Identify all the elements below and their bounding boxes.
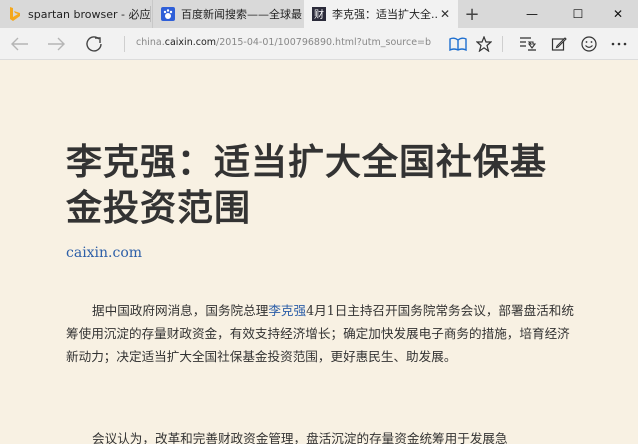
tab-caixin-active[interactable]: 财 李克强：适当扩大全... ✕ — [304, 0, 458, 28]
smiley-icon — [581, 36, 597, 52]
star-icon — [476, 36, 492, 52]
address-bar-row: china.caixin.com/2015-04-01/100796890.ht… — [0, 28, 638, 60]
minimize-button[interactable]: — — [510, 0, 554, 28]
refresh-button[interactable] — [82, 32, 106, 56]
forward-arrow-icon — [48, 37, 65, 51]
svg-text:财: 财 — [314, 8, 324, 21]
tab-divider — [150, 6, 151, 22]
pen-note-icon — [551, 37, 567, 51]
article-title: 李克强：适当扩大全国社保基金投资范围 — [66, 141, 548, 229]
close-window-button[interactable]: ✕ — [596, 0, 638, 28]
reading-view-button[interactable] — [446, 32, 470, 56]
new-tab-button[interactable]: + — [460, 0, 484, 28]
baidu-icon — [161, 7, 175, 21]
tab-strip: spartan browser - 必应 资讯 百度新闻搜索——全球最... 财… — [0, 0, 638, 28]
forward-button[interactable] — [44, 32, 68, 56]
toolbar-divider — [502, 36, 503, 52]
more-actions-button[interactable] — [607, 32, 631, 56]
article-paragraph: 据中国政府网消息，国务院总理李克强4月1日主持召开国务院常务会议，部署盘活和统筹… — [66, 303, 574, 364]
back-arrow-icon — [11, 37, 28, 51]
favorite-button[interactable] — [472, 32, 496, 56]
tab-title: 百度新闻搜索——全球最... — [181, 8, 302, 21]
article-paragraph: 会议认为，改革和完善财政资金管理，盘活沉淀的存量资金统筹用于发展急 — [92, 431, 508, 444]
caixin-icon: 财 — [312, 7, 326, 21]
book-icon — [449, 37, 467, 51]
ellipsis-icon — [611, 42, 627, 46]
back-button[interactable] — [8, 32, 32, 56]
tab-title: spartan browser - 必应 资讯 — [28, 8, 150, 21]
reading-view-article: 李克强：适当扩大全国社保基金投资范围 caixin.com 据中国政府网消息，国… — [0, 61, 638, 444]
url-divider — [124, 36, 125, 52]
close-tab-icon[interactable]: ✕ — [438, 7, 452, 21]
person-link[interactable]: 李克强 — [268, 303, 306, 318]
tab-title: 李克强：适当扩大全... — [332, 8, 438, 21]
url-field[interactable]: china.caixin.com/2015-04-01/100796890.ht… — [136, 37, 436, 48]
web-note-button[interactable] — [547, 32, 571, 56]
feedback-button[interactable] — [577, 32, 601, 56]
bing-icon — [8, 7, 22, 21]
hub-button[interactable] — [516, 32, 540, 56]
maximize-button[interactable]: ☐ — [556, 0, 600, 28]
hub-icon — [520, 37, 537, 51]
tab-baidu[interactable]: 百度新闻搜索——全球最... — [152, 0, 302, 28]
article-source-link[interactable]: caixin.com — [66, 245, 142, 261]
refresh-icon — [86, 36, 102, 52]
tab-bing[interactable]: spartan browser - 必应 资讯 — [0, 0, 150, 28]
